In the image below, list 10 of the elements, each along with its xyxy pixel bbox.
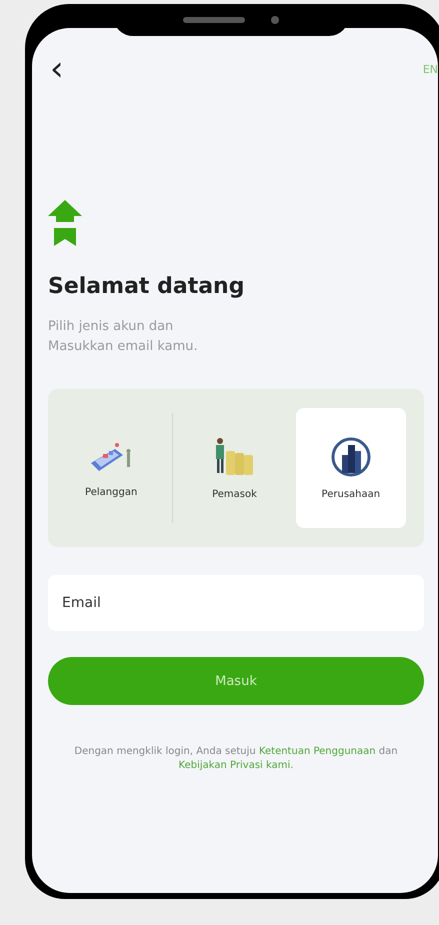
account-type-option[interactable]: Pelanggan bbox=[56, 408, 166, 528]
terms-text: Dengan mengklik login, Anda setuju Ketentuan Penggunaan dan Kebijakan Privasi kami. bbox=[73, 745, 399, 773]
email-field[interactable]: Email bbox=[48, 575, 424, 631]
subtitle: Pilih jenis akun dan Masukkan email kamu. bbox=[48, 318, 199, 356]
building-logo-icon bbox=[330, 436, 371, 476]
account-type-option[interactable]: Pemasok bbox=[179, 408, 290, 528]
back-button[interactable]: ‹ bbox=[50, 54, 64, 84]
welcome-title: Selamat datang bbox=[48, 274, 246, 299]
logo-icon bbox=[48, 200, 82, 248]
account-type-option[interactable]: Perusahaan bbox=[296, 408, 406, 528]
